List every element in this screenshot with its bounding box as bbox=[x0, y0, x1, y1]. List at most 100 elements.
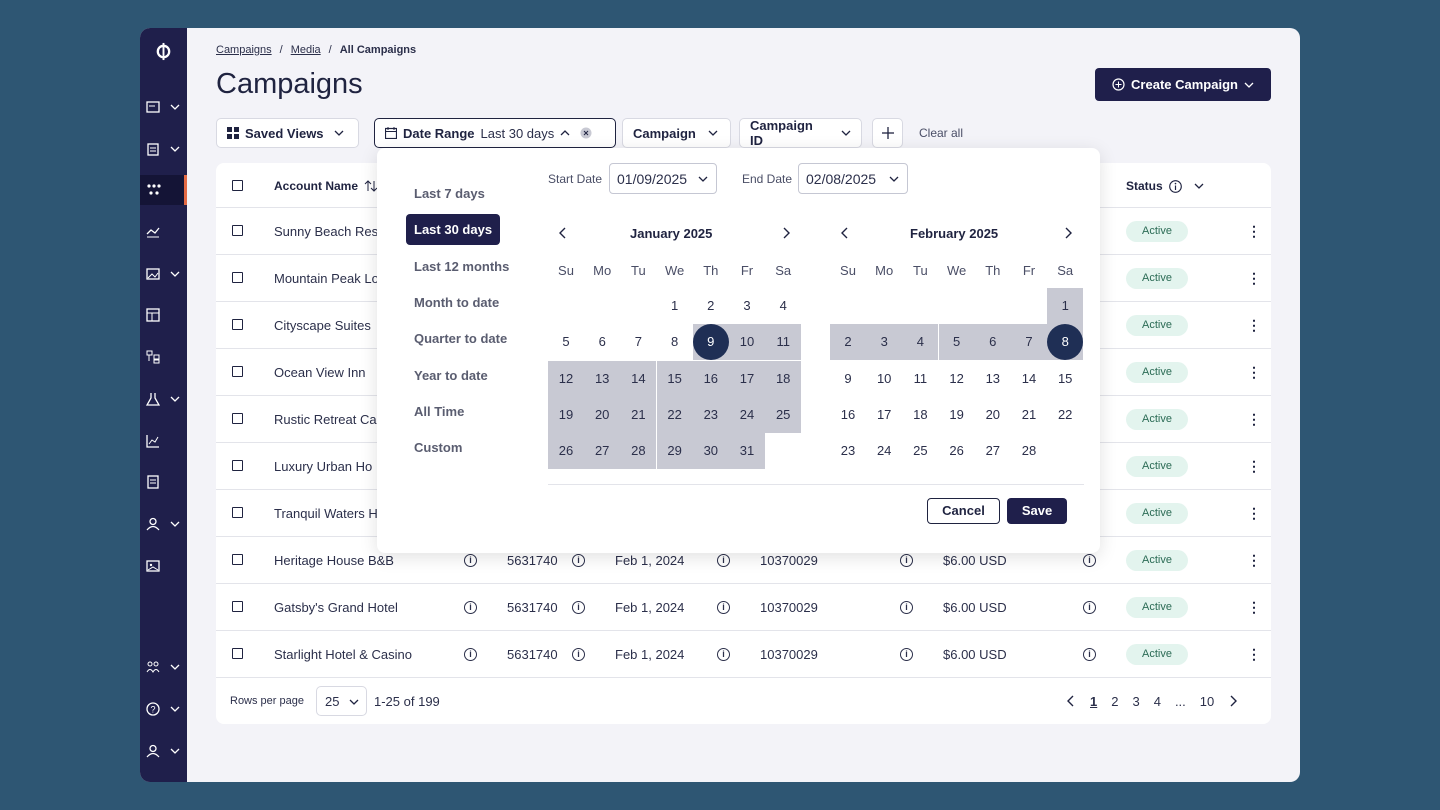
row-checkbox[interactable] bbox=[232, 460, 243, 471]
page-link-4[interactable]: 4 bbox=[1154, 694, 1161, 709]
calendar-day[interactable]: 21 bbox=[620, 396, 657, 433]
info-icon[interactable]: i bbox=[464, 648, 477, 661]
chevron-down-icon[interactable] bbox=[1194, 181, 1204, 191]
campaign-id-filter[interactable]: Campaign ID bbox=[739, 118, 862, 148]
previous-month-button[interactable] bbox=[558, 226, 568, 244]
calendar-day[interactable]: 13 bbox=[584, 360, 621, 397]
row-checkbox[interactable] bbox=[232, 601, 243, 612]
info-icon[interactable]: i bbox=[464, 554, 477, 567]
calendar-day[interactable]: 12 bbox=[939, 361, 975, 397]
page-link-10[interactable]: 10 bbox=[1200, 694, 1214, 709]
more-actions-icon[interactable]: ⋮ bbox=[1247, 412, 1261, 426]
nav-item-reports[interactable] bbox=[140, 134, 187, 164]
next-month-button[interactable] bbox=[781, 226, 791, 244]
calendar-day[interactable]: 9 bbox=[692, 324, 729, 361]
calendar-day[interactable]: 25 bbox=[765, 396, 802, 433]
calendar-day[interactable]: 29 bbox=[656, 433, 693, 470]
info-icon[interactable]: i bbox=[717, 554, 730, 567]
calendar-day[interactable]: 26 bbox=[548, 433, 584, 470]
calendar-day[interactable]: 8 bbox=[1047, 324, 1084, 361]
calendar-day[interactable]: 20 bbox=[584, 396, 621, 433]
more-actions-icon[interactable]: ⋮ bbox=[1247, 271, 1261, 285]
calendar-day[interactable]: 4 bbox=[765, 288, 801, 324]
date-preset-option[interactable]: Quarter to date bbox=[406, 323, 515, 354]
nav-item-gallery[interactable] bbox=[140, 551, 187, 581]
more-actions-icon[interactable]: ⋮ bbox=[1247, 459, 1261, 473]
calendar-day[interactable]: 10 bbox=[729, 324, 765, 361]
more-actions-icon[interactable]: ⋮ bbox=[1247, 506, 1261, 520]
next-month-button[interactable] bbox=[1063, 226, 1073, 244]
info-icon[interactable]: i bbox=[1083, 648, 1096, 661]
calendar-day[interactable]: 5 bbox=[938, 324, 975, 361]
calendar-day[interactable]: 8 bbox=[657, 324, 693, 360]
calendar-day[interactable]: 23 bbox=[830, 433, 866, 469]
info-icon[interactable] bbox=[1168, 179, 1182, 193]
page-link-2[interactable]: 2 bbox=[1111, 694, 1118, 709]
row-checkbox[interactable] bbox=[232, 366, 243, 377]
add-filter-button[interactable] bbox=[872, 118, 903, 148]
calendar-day[interactable]: 6 bbox=[584, 324, 620, 360]
calendar-day[interactable]: 15 bbox=[656, 360, 693, 397]
date-preset-option[interactable]: Last 7 days bbox=[406, 178, 493, 209]
info-icon[interactable]: i bbox=[572, 554, 585, 567]
nav-item-media[interactable] bbox=[140, 217, 187, 247]
calendar-day[interactable]: 25 bbox=[902, 433, 938, 469]
calendar-day[interactable]: 11 bbox=[902, 361, 938, 397]
campaign-filter[interactable]: Campaign bbox=[622, 118, 731, 148]
nav-item-team[interactable] bbox=[140, 652, 187, 682]
info-icon[interactable]: i bbox=[900, 554, 913, 567]
row-checkbox[interactable] bbox=[232, 648, 243, 659]
breadcrumb-link-campaigns[interactable]: Campaigns bbox=[216, 44, 272, 56]
calendar-day[interactable]: 31 bbox=[729, 433, 765, 470]
calendar-day[interactable]: 22 bbox=[656, 396, 693, 433]
info-icon[interactable]: i bbox=[717, 601, 730, 614]
calendar-day[interactable]: 23 bbox=[692, 396, 729, 433]
create-campaign-button[interactable]: Create Campaign bbox=[1095, 68, 1271, 101]
info-icon[interactable]: i bbox=[1083, 554, 1096, 567]
page-link-1[interactable]: 1 bbox=[1090, 694, 1097, 709]
nav-item-users[interactable] bbox=[140, 509, 187, 539]
calendar-day[interactable]: 2 bbox=[693, 288, 729, 324]
table-row[interactable]: Starlight Hotel & Casino i 5631740 i Feb 1, … bbox=[216, 631, 1271, 678]
calendar-day[interactable]: 16 bbox=[830, 397, 866, 433]
end-date-input[interactable]: 02/08/2025 bbox=[798, 163, 908, 194]
calendar-day[interactable]: 1 bbox=[1047, 288, 1084, 324]
nav-item-campaigns[interactable] bbox=[140, 175, 187, 205]
calendar-day[interactable]: 7 bbox=[1011, 324, 1047, 361]
calendar-day[interactable]: 6 bbox=[974, 324, 1011, 361]
calendar-day[interactable]: 19 bbox=[939, 397, 975, 433]
breadcrumb-link-media[interactable]: Media bbox=[291, 44, 321, 56]
row-checkbox[interactable] bbox=[232, 507, 243, 518]
save-button[interactable]: Save bbox=[1007, 498, 1067, 524]
logo-icon[interactable] bbox=[154, 42, 173, 61]
sort-icon[interactable] bbox=[364, 180, 378, 192]
calendar-day[interactable]: 1 bbox=[657, 288, 693, 324]
calendar-day[interactable]: 30 bbox=[692, 433, 729, 470]
calendar-day[interactable]: 26 bbox=[939, 433, 975, 469]
nav-item-images[interactable] bbox=[140, 259, 187, 289]
row-checkbox[interactable] bbox=[232, 554, 243, 565]
calendar-day[interactable]: 9 bbox=[830, 361, 866, 397]
account-name-cell[interactable]: Luxury Urban Ho bbox=[274, 459, 372, 474]
account-name-cell[interactable]: Rustic Retreat Ca bbox=[274, 412, 377, 427]
calendar-day[interactable]: 17 bbox=[729, 360, 765, 397]
calendar-day[interactable]: 27 bbox=[584, 433, 621, 470]
row-checkbox[interactable] bbox=[232, 225, 243, 236]
nav-item-dashboard[interactable] bbox=[140, 92, 187, 122]
calendar-day[interactable]: 17 bbox=[866, 397, 902, 433]
calendar-day[interactable]: 24 bbox=[866, 433, 902, 469]
info-icon[interactable]: i bbox=[717, 648, 730, 661]
nav-item-analytics[interactable] bbox=[140, 426, 187, 456]
more-actions-icon[interactable]: ⋮ bbox=[1247, 318, 1261, 332]
start-date-input[interactable]: 01/09/2025 bbox=[609, 163, 717, 194]
account-name-cell[interactable]: Ocean View Inn bbox=[274, 365, 366, 380]
calendar-day[interactable]: 28 bbox=[1011, 433, 1047, 469]
saved-views-dropdown[interactable]: Saved Views bbox=[216, 118, 359, 148]
nav-item-hierarchy[interactable] bbox=[140, 342, 187, 372]
info-icon[interactable]: i bbox=[1083, 601, 1096, 614]
account-name-cell[interactable]: Tranquil Waters H bbox=[274, 506, 378, 521]
page-link-3[interactable]: 3 bbox=[1132, 694, 1139, 709]
info-icon[interactable]: i bbox=[900, 601, 913, 614]
calendar-day[interactable]: 12 bbox=[548, 360, 584, 397]
select-all-checkbox[interactable] bbox=[232, 180, 243, 191]
